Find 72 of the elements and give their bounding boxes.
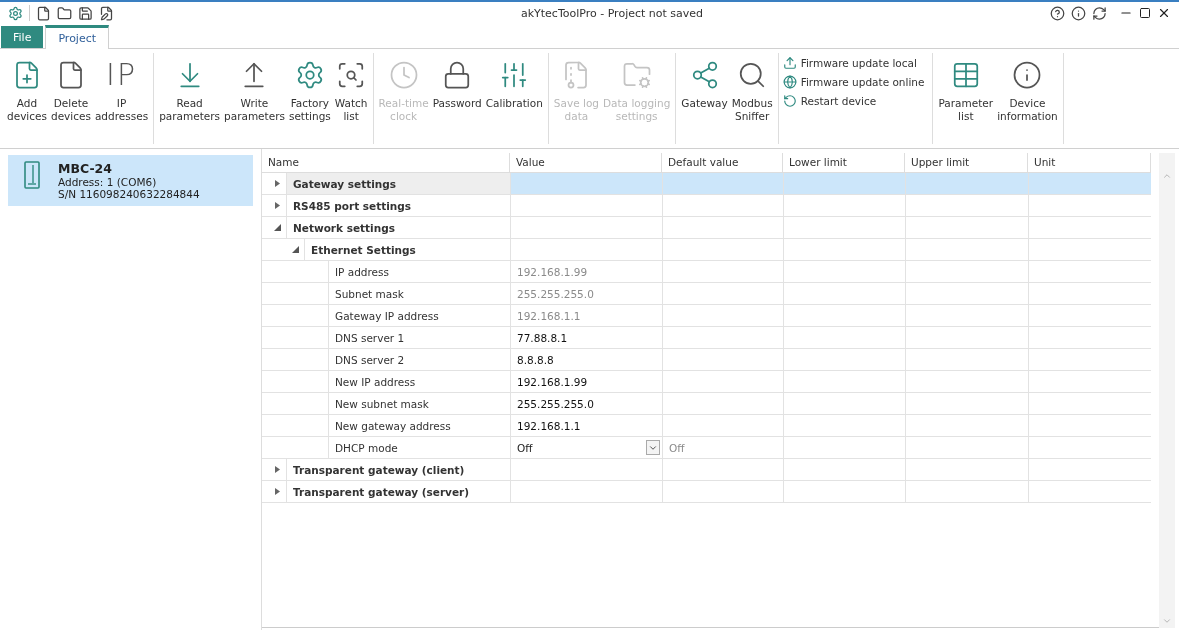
ribbon-button[interactable]: Parameter list — [937, 53, 995, 125]
info-icon[interactable] — [1071, 5, 1086, 21]
expand-arrow-icon[interactable] — [273, 466, 281, 473]
ribbon-button[interactable]: Firmware update local — [782, 55, 925, 71]
value-cell: 192.168.1.1 — [510, 415, 662, 437]
ribbon-button[interactable]: Read parameters — [158, 53, 222, 125]
expand-arrow-icon[interactable] — [273, 180, 281, 187]
group-name: Gateway settings — [286, 173, 510, 194]
parameter-name: Subnet mask — [328, 283, 510, 304]
ribbon-button[interactable]: Firmware update online — [782, 74, 925, 90]
ribbon-button[interactable]: Restart device — [782, 93, 925, 109]
collapse-arrow-icon[interactable] — [273, 224, 281, 231]
ribbon-button[interactable]: Write parameters — [223, 53, 286, 125]
folder-gear-icon — [621, 60, 652, 90]
parameter-name: New subnet mask — [328, 393, 510, 414]
parameter-name: New IP address — [328, 371, 510, 392]
parameter-name: New gateway address — [328, 415, 510, 436]
close-icon[interactable] — [1157, 6, 1171, 20]
expand-arrow-icon[interactable] — [273, 202, 281, 209]
clock-icon — [388, 60, 419, 90]
value-cell: 255.255.255.0 — [510, 393, 662, 415]
group-name: Transparent gateway (client) — [286, 459, 510, 480]
default-cell: Off — [662, 437, 783, 459]
expand-arrow-icon[interactable] — [273, 488, 281, 495]
ribbon-button[interactable]: Modbus Sniffer — [730, 53, 774, 125]
restart-icon — [782, 94, 797, 108]
save-icon[interactable] — [78, 5, 93, 21]
group-name: Transparent gateway (server) — [286, 481, 510, 502]
ribbon-button[interactable]: Delete devices — [49, 53, 92, 125]
device-icon — [24, 161, 40, 189]
ribbon-button[interactable]: Factory settings — [287, 53, 332, 125]
group-name: Network settings — [286, 217, 510, 238]
ribbon-tab[interactable]: File — [1, 26, 44, 48]
maximize-icon[interactable] — [1139, 7, 1151, 19]
device-serial: S/N 116098240632284844 — [58, 188, 200, 200]
upload-icon — [782, 56, 797, 70]
window-title: akYtecToolPro - Project not saved — [519, 6, 705, 20]
new-file-icon[interactable] — [36, 5, 51, 21]
open-folder-icon[interactable] — [57, 5, 72, 21]
parameter-name: DHCP mode — [328, 437, 510, 458]
device-name: MBC-24 — [58, 161, 113, 176]
parameter-name: Gateway IP address — [328, 305, 510, 326]
device-address: Address: 1 (COM6) — [58, 176, 158, 188]
collapse-arrow-icon[interactable] — [291, 246, 299, 253]
info-icon — [1012, 60, 1043, 90]
device-card[interactable]: MBC-24 Address: 1 (COM6) S/N 116098240632284844 — [8, 155, 253, 206]
value-cell: 192.168.1.1 — [510, 305, 662, 327]
parameter-name: IP address — [328, 261, 510, 282]
save-as-icon[interactable] — [99, 5, 114, 21]
group-name: RS485 port settings — [286, 195, 510, 216]
ip-glyph: IP — [106, 57, 137, 93]
update-icon[interactable] — [1092, 5, 1107, 21]
value-cell: 192.168.1.99 — [510, 261, 662, 283]
ribbon-tab[interactable]: Project — [45, 25, 110, 49]
group-name: Ethernet Settings — [304, 239, 510, 260]
ribbon-button[interactable]: Calibration — [484, 53, 544, 112]
globe-icon — [782, 75, 797, 89]
value-dropdown[interactable]: Off — [510, 437, 662, 459]
ribbon-button[interactable]: IP IP addresses — [93, 53, 150, 125]
app-logo-icon — [8, 5, 23, 21]
parameter-name: DNS server 2 — [328, 349, 510, 370]
value-cell: 255.255.255.0 — [510, 283, 662, 305]
ribbon-button[interactable]: Gateway — [680, 53, 729, 112]
ribbon-button[interactable]: Watch list — [333, 53, 369, 125]
value-cell: 192.168.1.99 — [510, 371, 662, 393]
value-cell: 77.88.8.1 — [510, 327, 662, 349]
value-cell: 8.8.8.8 — [510, 349, 662, 371]
ribbon-button[interactable]: Device information — [996, 53, 1059, 125]
ribbon-button[interactable]: Add devices — [6, 53, 48, 125]
ribbon-button[interactable]: Password — [431, 53, 483, 112]
parameter-name: DNS server 1 — [328, 327, 510, 348]
help-icon[interactable] — [1050, 5, 1065, 21]
